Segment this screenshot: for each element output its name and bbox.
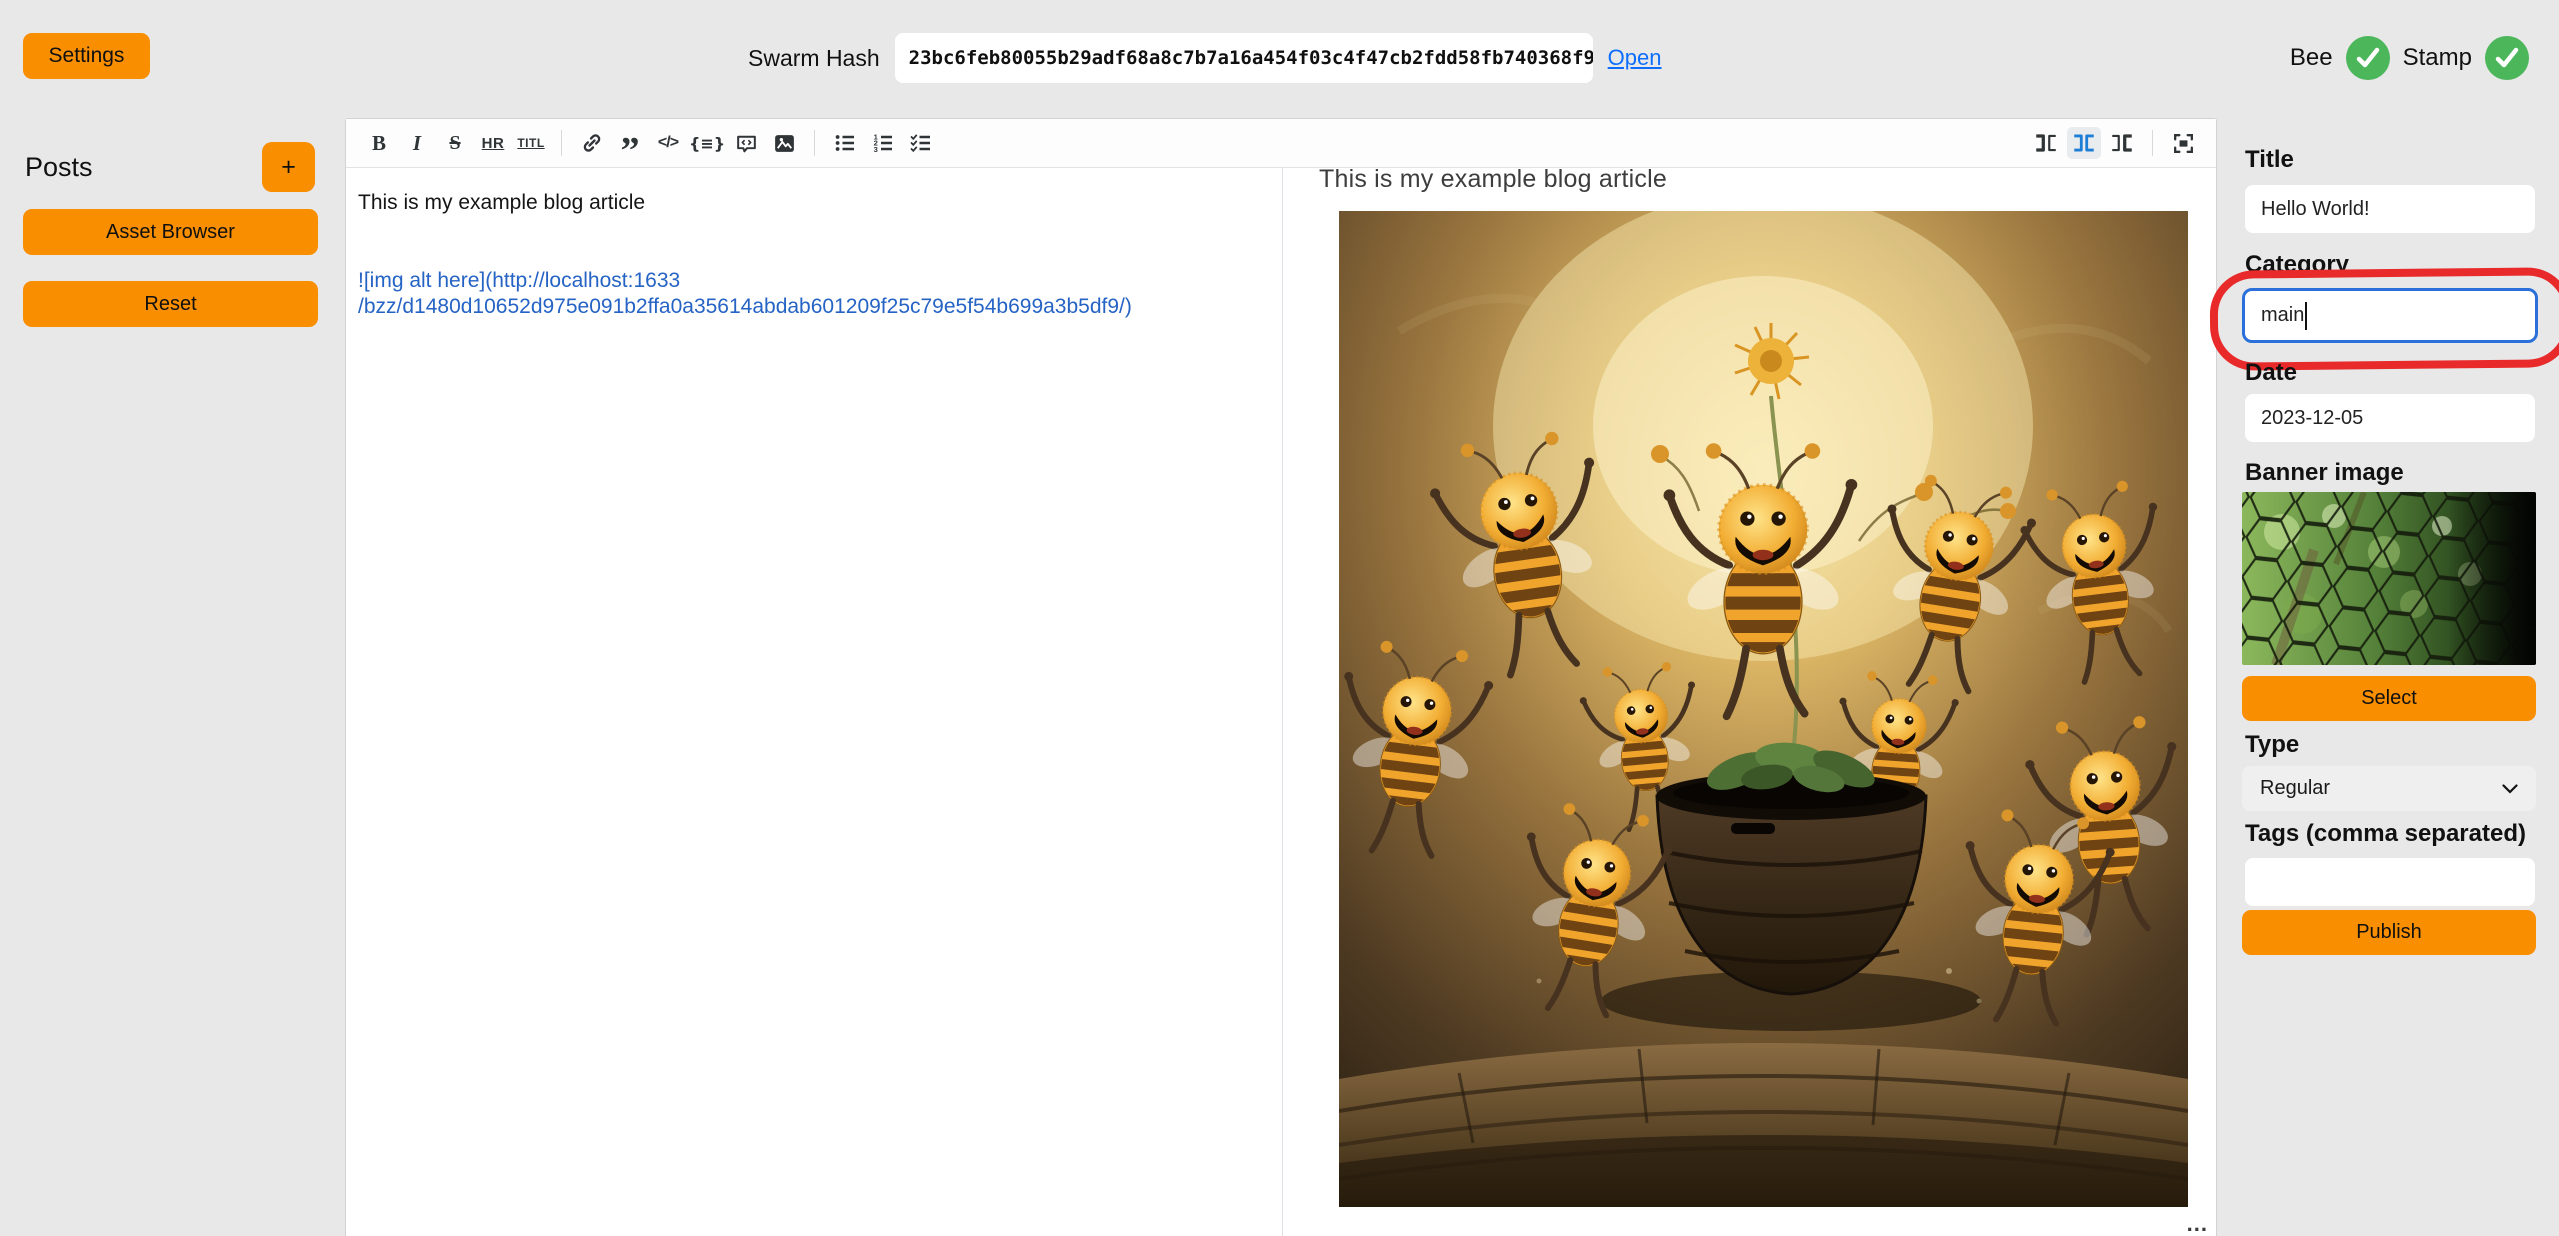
category-input[interactable]: main [2242,288,2538,343]
tags-label: Tags (comma separated) [2245,820,2526,848]
title-label: Title [2245,146,2294,174]
date-label: Date [2245,359,2297,387]
italic-button[interactable]: I [400,127,434,159]
comment-code-button[interactable] [729,127,763,159]
category-value: main [2261,304,2304,327]
publish-button[interactable]: Publish [2242,910,2536,955]
codeblock-button[interactable]: {≡} [689,127,725,159]
preview-pane: This is my example blog article [1282,168,2216,1236]
title-button[interactable]: TITL [514,127,548,159]
code-button[interactable]: </> [651,127,685,159]
markdown-source-area[interactable]: This is my example blog article ![img al… [346,168,1282,1236]
title-input[interactable] [2245,185,2535,233]
bee-status-label: Bee [2290,44,2333,72]
bold-button[interactable]: B [362,127,396,159]
markdown-editor: B I S HR TITL ” </> {≡} [345,118,2217,1236]
strikethrough-button[interactable]: S [438,127,472,159]
posts-header: Posts + [25,142,315,192]
stamp-check-icon [2485,36,2529,80]
editor-toolbar: B I S HR TITL ” </> {≡} [346,119,2216,168]
type-label: Type [2245,731,2299,759]
image-button[interactable] [767,127,801,159]
stamp-status-label: Stamp [2403,44,2472,72]
status-group: Bee Stamp [2290,36,2529,80]
markdown-image-link-line2: /bzz/d1480d10652d975e091b2ffa0a35614abda… [358,294,1266,320]
app-window: Settings Swarm Hash 23bc6feb80055b29adf6… [0,0,2559,1236]
asset-browser-button[interactable]: Asset Browser [23,209,318,255]
settings-button[interactable]: Settings [23,33,150,79]
horizontal-rule-button[interactable]: HR [476,127,510,159]
swarm-hash-group: Swarm Hash 23bc6feb80055b29adf68a8c7b7a1… [748,33,1661,83]
quote-button[interactable]: ” [613,127,647,159]
category-label: Category [2245,251,2349,279]
link-button[interactable] [575,127,609,159]
svg-text:3: 3 [874,145,878,154]
toolbar-divider [2152,130,2153,156]
banner-image-label: Banner image [2245,459,2404,487]
chevron-down-icon [2502,784,2518,794]
markdown-line: This is my example blog article [358,190,1266,216]
side-by-side-toggle[interactable] [2067,127,2101,159]
editor-only-toggle[interactable] [2105,127,2139,159]
swarm-hash-input[interactable]: 23bc6feb80055b29adf68a8c7b7a16a454f03c4f… [895,33,1593,83]
swarm-hash-label: Swarm Hash [748,45,880,72]
task-list-button[interactable] [904,127,938,159]
tags-input[interactable] [2245,858,2535,906]
bee-check-icon [2346,36,2390,80]
date-input[interactable] [2245,394,2535,442]
article-bee-image [1339,211,2188,1207]
posts-title: Posts [25,152,93,183]
markdown-blank-lines [358,216,1266,268]
fullscreen-button[interactable] [2166,127,2200,159]
preview-only-toggle[interactable] [2029,127,2063,159]
text-caret [2305,302,2307,330]
open-link[interactable]: Open [1608,45,1662,71]
reset-button[interactable]: Reset [23,281,318,327]
select-banner-button[interactable]: Select [2242,676,2536,721]
add-post-button[interactable]: + [262,142,315,192]
banner-image-thumbnail[interactable] [2242,492,2536,665]
markdown-image-link-line1: ![img alt here](http://localhost:1633 [358,268,1266,294]
toolbar-divider [561,130,562,156]
ordered-list-button[interactable]: 1 2 3 [866,127,900,159]
preview-article-title: This is my example blog article [1319,168,2216,194]
type-selected-value: Regular [2260,777,2330,800]
type-select[interactable]: Regular [2242,766,2536,811]
toolbar-divider [814,130,815,156]
preview-overflow-dots: ... [2187,1211,2208,1236]
unordered-list-button[interactable] [828,127,862,159]
